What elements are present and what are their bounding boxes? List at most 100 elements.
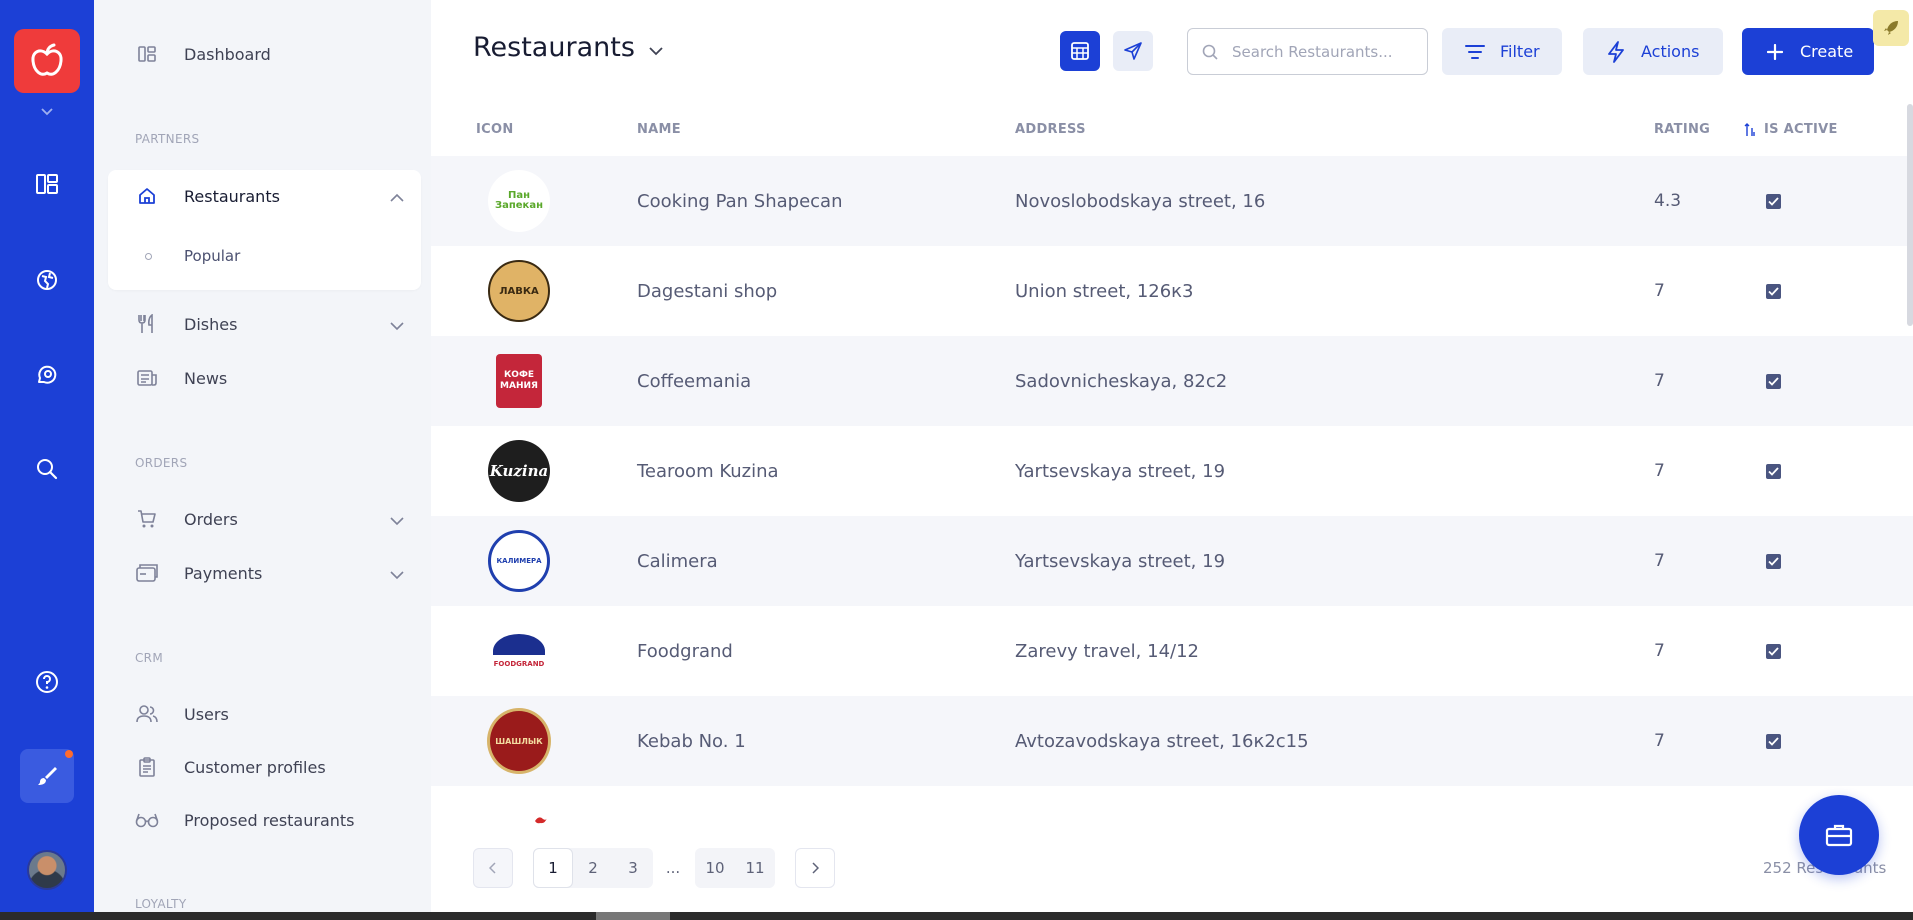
restaurant-name: Calimera [637, 550, 718, 572]
scrollbar-thumb[interactable] [596, 912, 670, 920]
restaurant-name: Tearoom Kuzina [637, 460, 779, 482]
is-active-checkbox[interactable] [1763, 696, 1783, 786]
table-icon [1071, 42, 1089, 60]
table-row[interactable]: КОФЕ МАНИЯ Coffeemania Sadovnicheskaya, … [431, 336, 1913, 426]
sidebar-item-label: News [184, 368, 228, 388]
sidebar-item-dashboard[interactable]: Dashboard [108, 32, 420, 76]
sidebar-item-payments[interactable]: Payments [108, 551, 420, 595]
column-header-name[interactable]: NAME [637, 122, 681, 137]
restaurant-address: Sadovnicheskaya, 82с2 [1015, 370, 1228, 392]
restaurant-logo: Kuzina [487, 426, 551, 516]
scrollbar[interactable] [1907, 104, 1913, 326]
sort-icon [1744, 122, 1755, 136]
is-active-checkbox[interactable] [1763, 606, 1783, 696]
table-row[interactable]: ЛАВКА Dagestani shop Union street, 126к3… [431, 246, 1913, 336]
table-row[interactable]: Kuzina Tearoom Kuzina Yartsevskaya stree… [431, 426, 1913, 516]
sidebar-item-orders[interactable]: Orders [108, 497, 420, 541]
chat-icon[interactable] [27, 355, 67, 395]
dashboard-icon [134, 41, 160, 67]
search-input[interactable] [1232, 42, 1422, 61]
search-icon[interactable] [27, 449, 67, 489]
home-icon [134, 183, 160, 209]
column-header-rating[interactable]: RATING [1654, 122, 1710, 137]
rocket-badge[interactable] [1873, 10, 1909, 46]
check-icon [1767, 466, 1779, 476]
sidebar-item-dishes[interactable]: Dishes [108, 302, 420, 346]
search-icon [1202, 43, 1220, 61]
sidebar-item-label: Popular [184, 247, 241, 265]
sidebar-item-label: Customer profiles [184, 757, 326, 777]
sidebar-subitem-popular[interactable]: Popular [108, 236, 421, 276]
chevron-down-icon[interactable] [37, 104, 57, 120]
column-header-icon[interactable]: ICON [476, 122, 514, 137]
is-active-checkbox[interactable] [1763, 516, 1783, 606]
send-icon [1124, 42, 1142, 60]
prev-page-button[interactable] [473, 848, 513, 888]
sidebar-item-label: Dishes [184, 314, 238, 334]
chevron-down-icon [649, 32, 663, 63]
page-button[interactable]: 1 [533, 848, 573, 888]
avatar[interactable] [27, 850, 67, 890]
globe-icon[interactable] [27, 260, 67, 300]
restaurant-address: Union street, 126к3 [1015, 280, 1194, 302]
page-button[interactable]: 3 [613, 848, 653, 888]
section-orders: ORDERS [135, 456, 188, 470]
is-active-checkbox[interactable] [1763, 336, 1783, 426]
sidebar-item-customer-profiles[interactable]: Customer profiles [108, 745, 420, 789]
filter-button[interactable]: Filter [1442, 28, 1562, 75]
sidebar-item-news[interactable]: News [108, 356, 420, 400]
bullet-icon [145, 252, 152, 260]
is-active-checkbox[interactable] [1763, 426, 1783, 516]
sidebar-item-label: Proposed restaurants [184, 810, 355, 830]
sidebar-item-restaurants[interactable]: Restaurants [108, 174, 420, 218]
restaurant-logo: FOODGRAND [487, 606, 551, 696]
create-button[interactable]: Create [1742, 28, 1874, 75]
apple-icon [31, 43, 63, 76]
table-row[interactable]: FOODGRAND Foodgrand Zarevy travel, 14/12… [431, 606, 1913, 696]
filter-icon [1464, 41, 1486, 63]
page-button[interactable]: 11 [735, 848, 775, 888]
newspaper-icon [134, 365, 160, 391]
main-content: Restaurants Filter Actions Create [431, 0, 1913, 920]
briefcase-fab[interactable] [1799, 795, 1879, 875]
table-view-button[interactable] [1060, 31, 1100, 71]
page-button[interactable]: 10 [695, 848, 735, 888]
sidebar-item-users[interactable]: Users [108, 692, 420, 736]
restaurant-logo: ШАШЛЫК [487, 696, 551, 786]
help-icon[interactable] [27, 662, 67, 702]
theme-brush-button[interactable] [20, 749, 74, 803]
restaurant-name: Foodgrand [637, 640, 733, 662]
app-logo[interactable] [14, 29, 80, 93]
sidebar-item-label: Dashboard [184, 44, 271, 64]
actions-label: Actions [1641, 42, 1700, 61]
search-box[interactable] [1187, 28, 1428, 75]
window-scrollbar[interactable] [0, 912, 1913, 920]
page-buttons: 10 11 [695, 848, 775, 888]
dashboard-icon[interactable] [27, 164, 67, 204]
sidebar-item-proposed-restaurants[interactable]: Proposed restaurants [108, 798, 420, 842]
table-row[interactable]: ШАШЛЫК Kebab No. 1 Avtozavodskaya street… [431, 696, 1913, 786]
restaurant-rating: 7 [1654, 641, 1665, 661]
restaurant-name: Dagestani shop [637, 280, 778, 302]
next-page-button[interactable] [795, 848, 835, 888]
filter-label: Filter [1500, 42, 1540, 61]
restaurant-rating: 7 [1654, 281, 1665, 301]
is-active-checkbox[interactable] [1763, 246, 1783, 336]
page-title[interactable]: Restaurants [473, 32, 663, 63]
table-row[interactable]: Пан Запекан Cooking Pan Shapecan Novoslo… [431, 156, 1913, 246]
sidebar: Dashboard PARTNERS Restaurants Popular D… [94, 0, 431, 920]
restaurant-rating: 7 [1654, 371, 1665, 391]
check-icon [1767, 736, 1779, 746]
table-header: ICON NAME ADDRESS RATING IS ACTIVE [431, 112, 1913, 146]
is-active-checkbox[interactable] [1763, 156, 1783, 246]
actions-button[interactable]: Actions [1583, 28, 1723, 75]
send-view-button[interactable] [1113, 31, 1153, 71]
column-header-is-active[interactable]: IS ACTIVE [1744, 122, 1838, 137]
column-header-address[interactable]: ADDRESS [1015, 122, 1086, 137]
page-button[interactable]: 2 [573, 848, 613, 888]
cart-icon [134, 506, 160, 532]
glasses-icon [134, 807, 160, 833]
chevron-left-icon [489, 862, 496, 874]
section-partners: PARTNERS [135, 132, 200, 146]
table-row[interactable]: КАЛИМЕРА Calimera Yartsevskaya street, 1… [431, 516, 1913, 606]
